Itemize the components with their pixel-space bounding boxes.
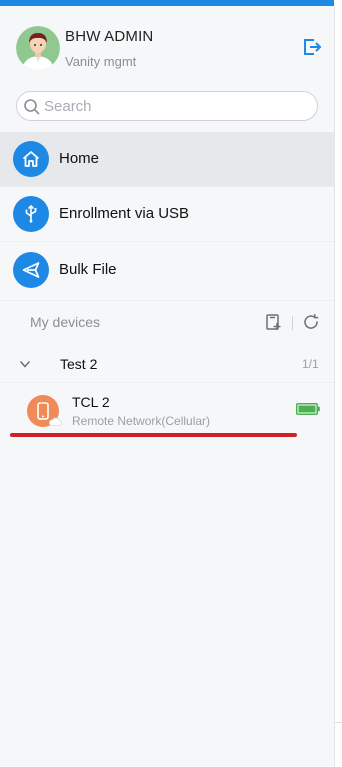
logout-icon[interactable] bbox=[302, 37, 322, 57]
nav-item-bulk-file[interactable]: Bulk File bbox=[0, 243, 334, 297]
group-count: 1/1 bbox=[302, 357, 319, 371]
add-device-icon[interactable] bbox=[265, 313, 283, 331]
divider bbox=[0, 382, 334, 383]
search-icon bbox=[24, 99, 40, 115]
group-name: Test 2 bbox=[60, 356, 98, 372]
divider bbox=[0, 241, 334, 242]
top-accent-bar bbox=[0, 0, 342, 6]
cloud-icon bbox=[48, 417, 62, 426]
battery-icon bbox=[296, 403, 320, 415]
avatar[interactable] bbox=[16, 26, 60, 70]
divider bbox=[0, 300, 334, 301]
main-panel-edge bbox=[335, 6, 342, 767]
nav-item-label: Home bbox=[59, 150, 100, 167]
send-icon bbox=[22, 262, 40, 278]
nav-item-label: Enrollment via USB bbox=[59, 205, 190, 222]
nav-item-label: Bulk File bbox=[59, 261, 117, 278]
search-box[interactable] bbox=[16, 91, 318, 121]
usb-icon bbox=[25, 204, 37, 223]
user-organization: Vanity mgmt bbox=[65, 54, 137, 69]
device-status: Remote Network(Cellular) bbox=[72, 414, 211, 428]
highlight-underline bbox=[10, 433, 297, 437]
refresh-icon[interactable] bbox=[302, 313, 320, 331]
main-panel-divider bbox=[335, 722, 342, 723]
my-devices-title: My devices bbox=[30, 314, 101, 330]
toolbar-separator bbox=[292, 316, 293, 330]
search-input[interactable] bbox=[44, 95, 304, 117]
device-row[interactable]: TCL 2 Remote Network(Cellular) bbox=[0, 384, 334, 434]
device-group-row[interactable]: Test 2 1/1 bbox=[0, 346, 334, 382]
chevron-down-icon[interactable] bbox=[18, 357, 32, 371]
nav-item-home[interactable]: Home bbox=[0, 132, 334, 186]
nav-item-enrollment-usb[interactable]: Enrollment via USB bbox=[0, 187, 334, 241]
user-name: BHW ADMIN bbox=[65, 28, 154, 45]
device-name: TCL 2 bbox=[72, 394, 110, 410]
home-icon bbox=[22, 151, 40, 167]
